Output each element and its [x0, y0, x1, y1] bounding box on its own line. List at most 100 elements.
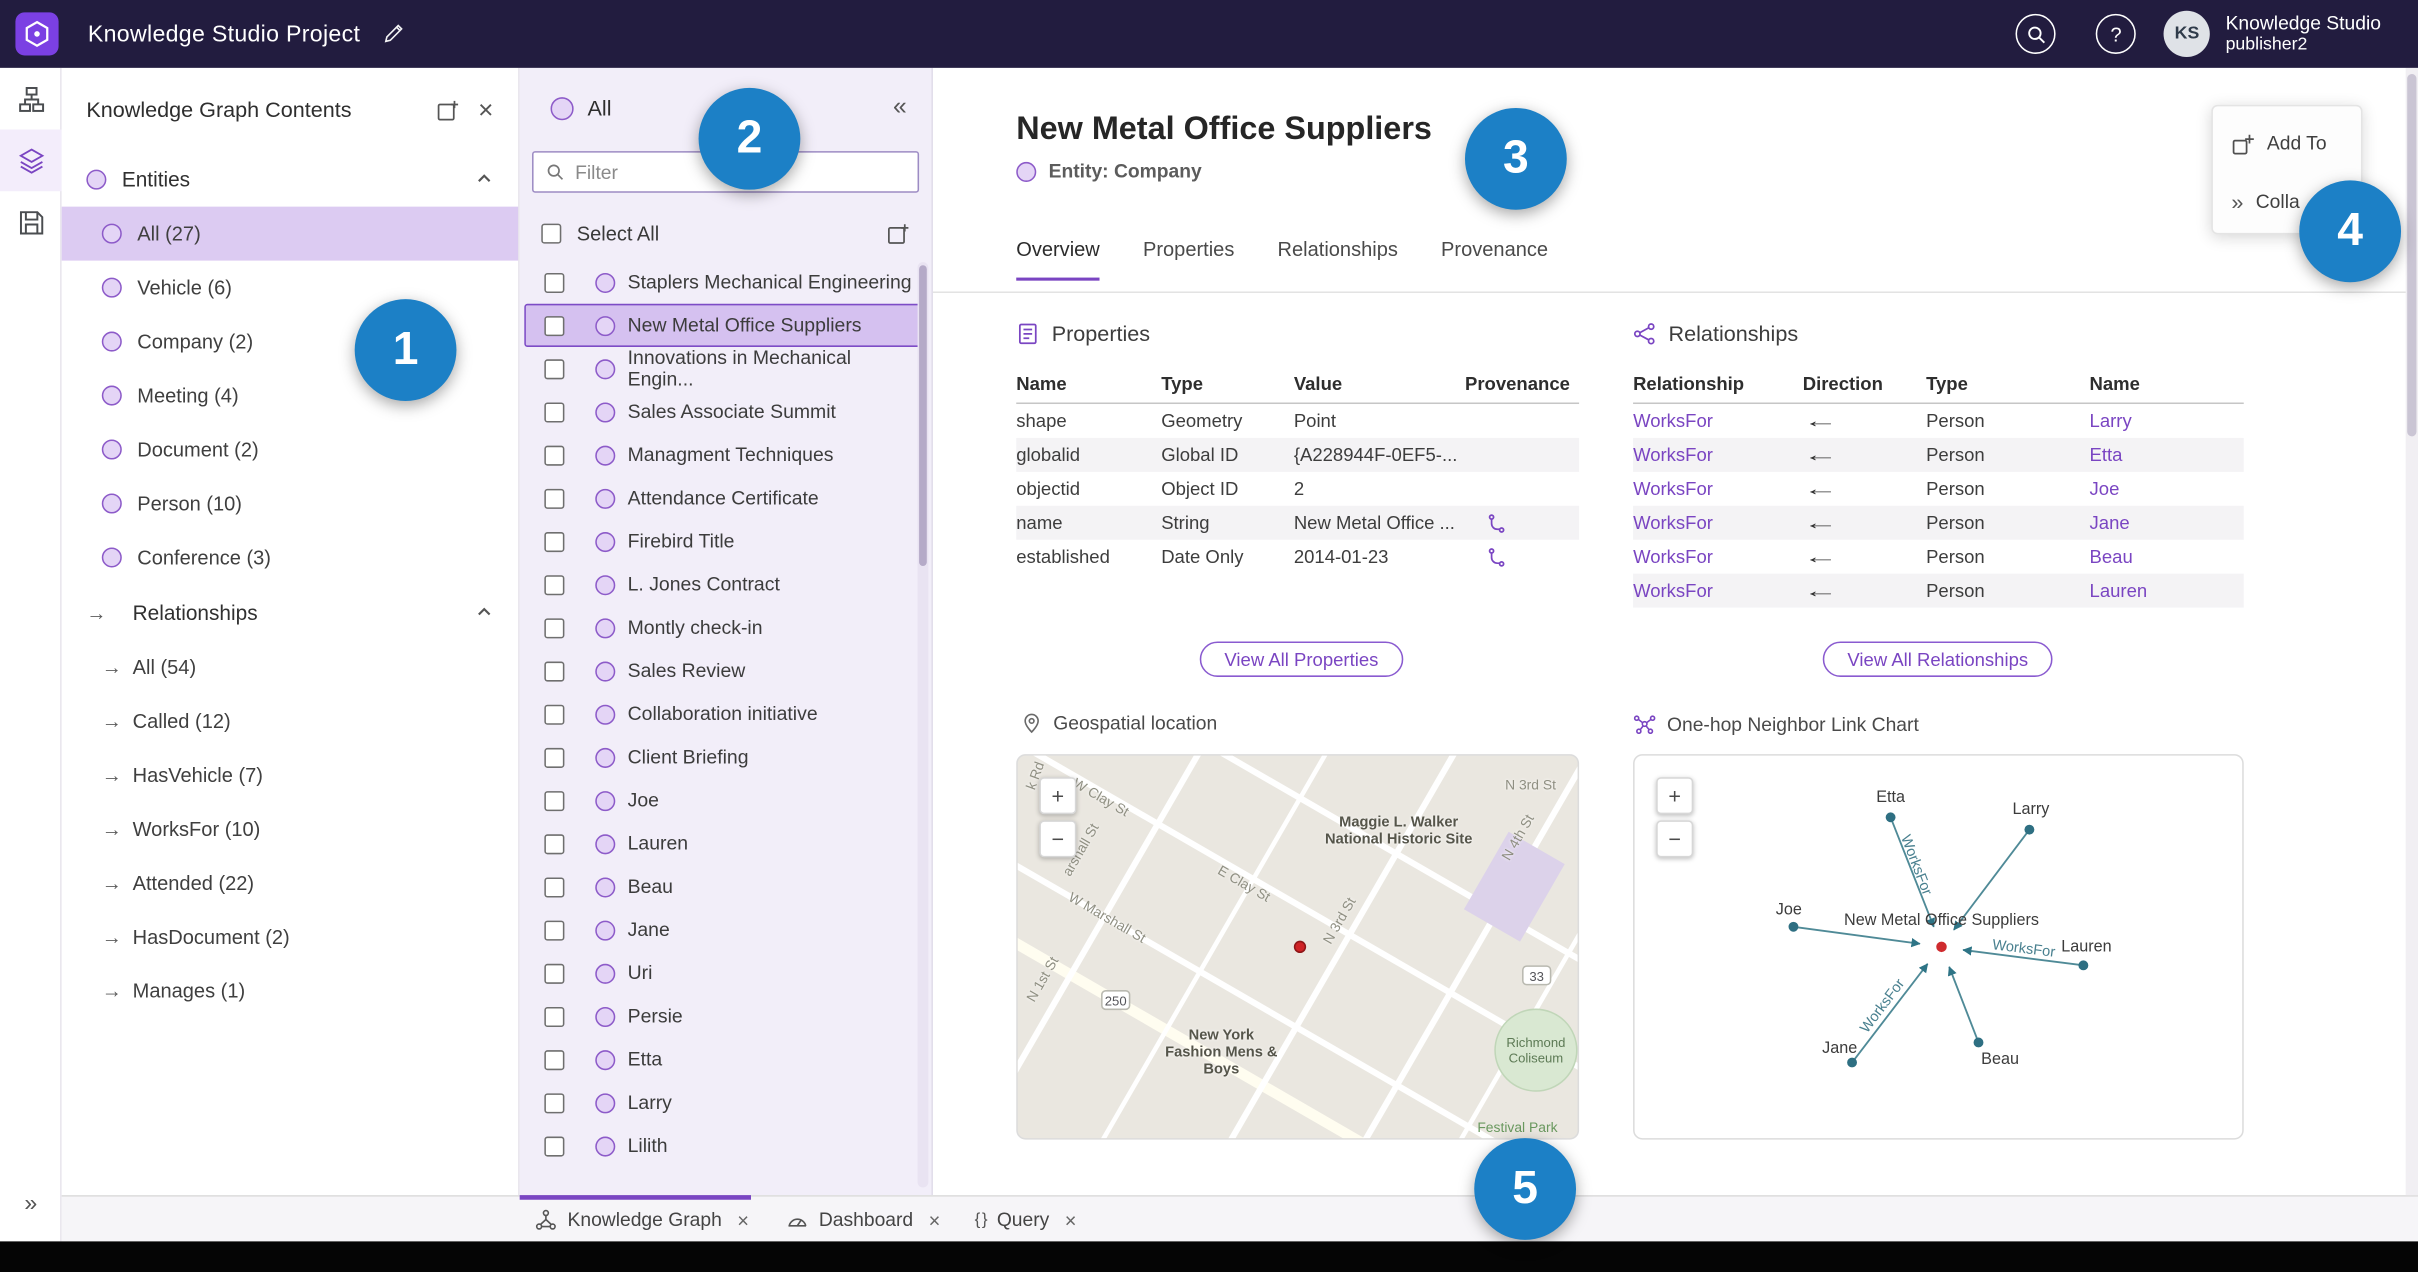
rail-save-button[interactable]	[0, 191, 62, 253]
checkbox[interactable]	[544, 833, 565, 854]
zoom-in-button[interactable]: +	[1656, 777, 1694, 815]
view-all-properties-button[interactable]: View All Properties	[1199, 641, 1404, 677]
entity-link[interactable]: Etta	[2090, 444, 2244, 466]
list-item[interactable]: L. Jones Contract	[524, 563, 926, 606]
relationship-filter-attended[interactable]: → Attended (22)	[62, 856, 518, 910]
zoom-in-button[interactable]: +	[1039, 777, 1077, 815]
checkbox[interactable]	[544, 272, 565, 293]
relationship-filter-hasdocument[interactable]: → HasDocument (2)	[62, 910, 518, 964]
chevron-up-icon[interactable]	[475, 603, 494, 622]
relationship-link[interactable]: WorksFor	[1633, 444, 1803, 466]
list-item[interactable]: Larry	[524, 1081, 926, 1124]
list-item[interactable]: Jane	[524, 908, 926, 951]
list-item[interactable]: Joe	[524, 779, 926, 822]
checkbox[interactable]	[544, 401, 565, 422]
relationship-filter-called[interactable]: → Called (12)	[62, 694, 518, 748]
search-button[interactable]	[2015, 13, 2056, 54]
graph-node[interactable]	[1847, 1057, 1857, 1068]
app-logo[interactable]	[15, 12, 59, 56]
list-item[interactable]: Managment Techniques	[524, 433, 926, 476]
list-item[interactable]: Collaboration initiative	[524, 692, 926, 735]
list-item[interactable]: Sales Review	[524, 649, 926, 692]
checkbox[interactable]	[544, 1092, 565, 1113]
provenance-icon[interactable]	[1487, 513, 1507, 533]
tab-knowledge-graph[interactable]: Knowledge Graph ×	[535, 1197, 749, 1243]
list-item[interactable]: Firebird Title	[524, 520, 926, 563]
checkbox[interactable]	[544, 660, 565, 681]
close-tab-icon[interactable]: ×	[929, 1208, 941, 1231]
list-item[interactable]: Lilith	[524, 1124, 926, 1167]
graph-node[interactable]	[2078, 960, 2089, 971]
graph-node[interactable]	[1788, 921, 1799, 932]
checkbox[interactable]	[544, 963, 565, 984]
entity-filter-vehicle[interactable]: Vehicle (6)	[62, 261, 518, 315]
entity-link[interactable]: Larry	[2090, 410, 2244, 432]
view-all-relationships-button[interactable]: View All Relationships	[1822, 641, 2053, 677]
relationship-filter-hasvehicle[interactable]: → HasVehicle (7)	[62, 748, 518, 802]
list-item[interactable]: Montly check-in	[524, 606, 926, 649]
list-item[interactable]: Staplers Mechanical Engineering	[524, 261, 926, 304]
relationship-filter-manages[interactable]: → Manages (1)	[62, 964, 518, 1018]
entity-filter-person[interactable]: Person (10)	[62, 477, 518, 531]
checkbox[interactable]	[544, 1135, 565, 1156]
add-layer-button[interactable]	[437, 98, 460, 121]
list-item[interactable]: Sales Associate Summit	[524, 390, 926, 433]
close-tab-icon[interactable]: ×	[737, 1208, 749, 1231]
main-scrollbar-thumb[interactable]	[2407, 74, 2417, 437]
list-item[interactable]: Lauren	[524, 822, 926, 865]
relationship-filter-worksfor[interactable]: → WorksFor (10)	[62, 802, 518, 856]
scrollbar-thumb[interactable]	[919, 265, 927, 566]
entity-link[interactable]: Lauren	[2090, 580, 2244, 602]
relationships-section-header[interactable]: → Relationships	[62, 584, 518, 640]
checkbox[interactable]	[544, 876, 565, 897]
provenance-icon[interactable]	[1487, 547, 1507, 567]
entity-link[interactable]: Jane	[2090, 512, 2244, 534]
rail-layers-button[interactable]	[0, 129, 62, 192]
add-to-button[interactable]: Add To	[2231, 125, 2361, 162]
relationship-link[interactable]: WorksFor	[1633, 410, 1803, 432]
checkbox[interactable]	[544, 747, 565, 768]
rail-expand-button[interactable]: »	[0, 1190, 62, 1216]
help-button[interactable]: ?	[2096, 13, 2137, 54]
entity-link[interactable]: Joe	[2090, 478, 2244, 500]
entity-link[interactable]: Beau	[2090, 546, 2244, 568]
close-tab-icon[interactable]: ×	[1065, 1208, 1077, 1231]
checkbox[interactable]	[544, 1049, 565, 1070]
graph-center-node[interactable]	[1936, 941, 1947, 953]
select-all-checkbox[interactable]	[541, 222, 562, 243]
checkbox[interactable]	[544, 488, 565, 509]
checkbox[interactable]	[544, 574, 565, 595]
checkbox[interactable]	[544, 444, 565, 465]
list-item[interactable]: Attendance Certificate	[524, 477, 926, 520]
close-panel-button[interactable]: ×	[478, 96, 493, 122]
list-item[interactable]: Persie	[524, 995, 926, 1038]
tab-dashboard[interactable]: Dashboard ×	[786, 1197, 940, 1243]
link-chart-view[interactable]: Etta Larry Joe Lauren Jane Beau New Meta…	[1633, 754, 2244, 1140]
checkbox[interactable]	[544, 1006, 565, 1027]
add-entity-button[interactable]	[887, 221, 910, 244]
relationship-link[interactable]: WorksFor	[1633, 478, 1803, 500]
zoom-out-button[interactable]: −	[1656, 820, 1694, 858]
checkbox[interactable]	[544, 790, 565, 811]
zoom-out-button[interactable]: −	[1039, 820, 1077, 858]
graph-node[interactable]	[1973, 1037, 1984, 1048]
checkbox[interactable]	[544, 315, 565, 336]
checkbox[interactable]	[544, 531, 565, 552]
entity-filter-meeting[interactable]: Meeting (4)	[62, 369, 518, 423]
tab-properties[interactable]: Properties	[1143, 237, 1234, 280]
graph-node[interactable]	[1885, 812, 1896, 823]
entity-filter-document[interactable]: Document (2)	[62, 423, 518, 477]
checkbox[interactable]	[544, 358, 565, 379]
collapse-panel-button[interactable]: «	[893, 94, 907, 122]
checkbox[interactable]	[544, 703, 565, 725]
checkbox[interactable]	[544, 919, 565, 940]
relationship-link[interactable]: WorksFor	[1633, 546, 1803, 568]
entity-filter-conference[interactable]: Conference (3)	[62, 530, 518, 584]
graph-node[interactable]	[2024, 824, 2035, 835]
relationship-link[interactable]: WorksFor	[1633, 512, 1803, 534]
relationship-filter-all[interactable]: → All (54)	[62, 640, 518, 694]
entity-filter-all[interactable]: All (27)	[61, 206, 519, 261]
map-view[interactable]: W Clay St E Clay St W Marshall St arshal…	[1016, 754, 1580, 1140]
relationship-link[interactable]: WorksFor	[1633, 580, 1803, 602]
list-item[interactable]: Client Briefing	[524, 736, 926, 779]
